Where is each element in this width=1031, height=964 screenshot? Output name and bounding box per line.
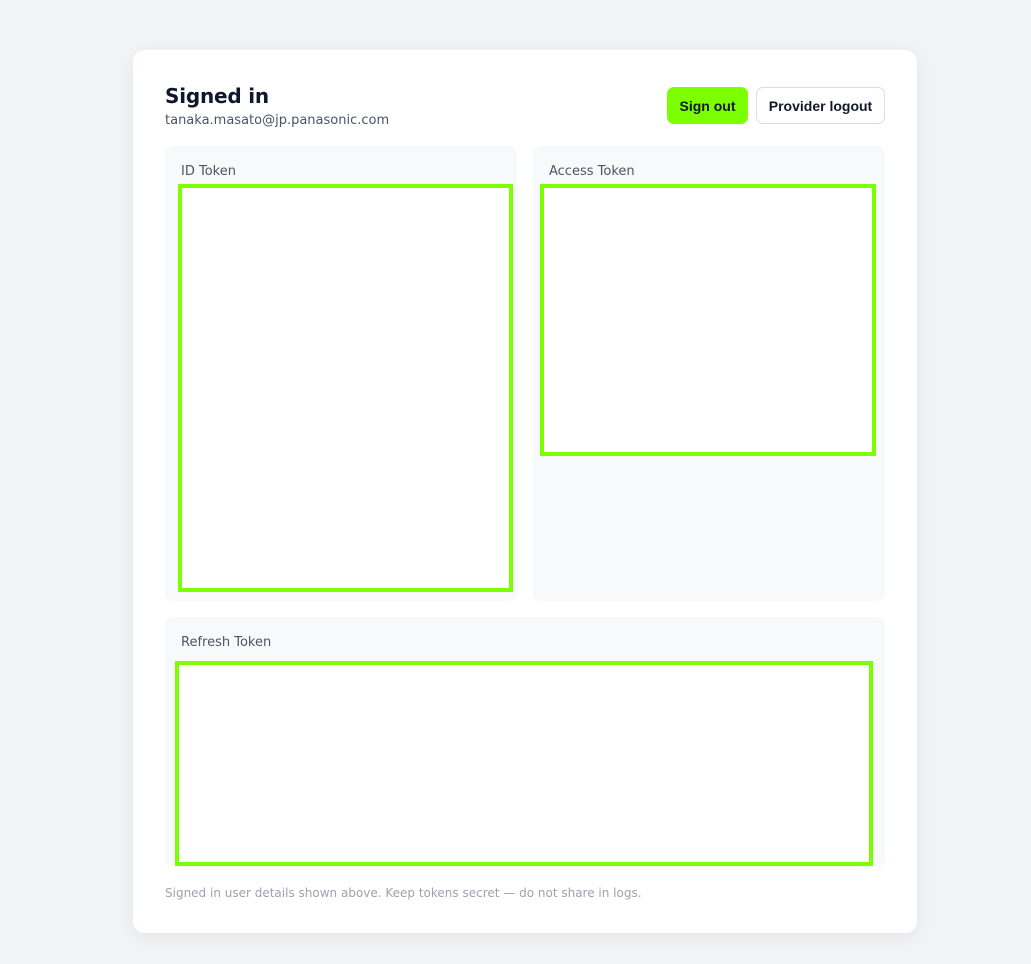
refresh-token-label: Refresh Token xyxy=(181,635,272,650)
provider-logout-button[interactable]: Provider logout xyxy=(756,87,885,124)
access-token-label: Access Token xyxy=(549,164,635,179)
page-title: Signed in xyxy=(165,84,269,108)
id-token-panel: ID Token xyxy=(165,146,517,601)
id-token-field[interactable] xyxy=(178,184,513,592)
signed-in-card: Signed in tanaka.masato@jp.panasonic.com… xyxy=(133,50,917,933)
refresh-token-field[interactable] xyxy=(175,661,873,866)
access-token-field[interactable] xyxy=(540,184,876,456)
id-token-label: ID Token xyxy=(181,164,236,179)
access-token-panel: Access Token xyxy=(533,146,885,601)
footer-note: Signed in user details shown above. Keep… xyxy=(165,886,642,900)
sign-out-button[interactable]: Sign out xyxy=(667,87,748,124)
refresh-token-panel: Refresh Token xyxy=(165,617,885,867)
user-email: tanaka.masato@jp.panasonic.com xyxy=(165,113,390,128)
